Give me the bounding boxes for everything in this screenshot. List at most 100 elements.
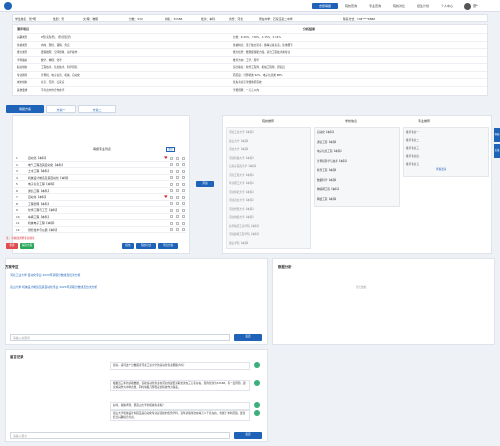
school-item[interactable]: 河北大学【本科】 bbox=[229, 147, 250, 151]
username[interactable]: 张* bbox=[473, 3, 478, 9]
compare-button[interactable]: 院校对比 bbox=[136, 243, 156, 249]
submit-button[interactable]: 提交 bbox=[122, 243, 134, 249]
table-header-result: 分析结果 bbox=[303, 27, 316, 31]
plan-item[interactable]: 软件工程【本科】 bbox=[317, 168, 338, 172]
table-row: 能力类型 逻辑推理、空间想象、动手操作 能力优势：数理逻辑能力强，适合工程技术类… bbox=[15, 48, 487, 56]
side-service-button[interactable]: 客服 bbox=[494, 128, 500, 142]
nav-item-compare[interactable]: 院校对比 bbox=[388, 3, 410, 9]
plan-link[interactable]: 燕山大学 机械设计制造及其自动化专业 2023年录取分数线及位次分析 bbox=[10, 285, 97, 289]
major-item[interactable]: 推荐专业五 bbox=[406, 162, 419, 166]
delete-icon[interactable] bbox=[182, 169, 185, 173]
school-item[interactable]: 河北建筑工程学院【本科】 bbox=[229, 232, 260, 236]
move-down-icon[interactable] bbox=[176, 156, 179, 160]
plan-search-input[interactable]: 请输入关键词 bbox=[10, 334, 230, 341]
move-down-icon[interactable] bbox=[176, 208, 179, 212]
move-up-icon[interactable] bbox=[170, 189, 173, 192]
delete-icon[interactable] bbox=[182, 195, 185, 199]
heart-icon[interactable]: ♥ bbox=[164, 155, 168, 161]
move-down-icon[interactable] bbox=[176, 202, 179, 205]
school-item[interactable]: 北华航天工业学院【本科】 bbox=[229, 224, 260, 228]
move-down-icon[interactable] bbox=[176, 163, 179, 166]
tab-plan-two[interactable]: 方案二 bbox=[78, 105, 116, 113]
delete-icon[interactable] bbox=[182, 163, 185, 166]
school-item[interactable]: 唐山学院【本科】 bbox=[229, 241, 250, 245]
school-item[interactable]: 燕山大学【本科】 bbox=[229, 139, 250, 143]
delete-icon[interactable] bbox=[182, 189, 185, 192]
major-item[interactable]: 推荐专业三 bbox=[406, 146, 419, 150]
move-down-icon[interactable] bbox=[176, 215, 179, 218]
move-up-icon[interactable] bbox=[170, 195, 173, 199]
move-down-icon[interactable] bbox=[176, 221, 179, 225]
major-item[interactable]: 推荐专业二 bbox=[406, 138, 419, 142]
school-item[interactable]: 河北工程大学【本科】 bbox=[229, 173, 255, 177]
move-down-icon[interactable] bbox=[176, 228, 179, 231]
move-up-icon[interactable] bbox=[170, 156, 173, 160]
message-input[interactable]: 请输入留言 bbox=[10, 432, 230, 439]
side-feedback-button[interactable]: 反馈 bbox=[494, 144, 500, 158]
plan-send-button[interactable]: 发送 bbox=[234, 334, 262, 341]
nav-item-plan[interactable]: 招生计划 bbox=[412, 3, 434, 9]
analysis-empty-text: 暂无数据 bbox=[356, 286, 367, 289]
reset-button[interactable]: 重置 bbox=[6, 243, 18, 249]
major-item[interactable]: 推荐专业四 bbox=[406, 154, 419, 158]
message-send-button[interactable]: 发送 bbox=[234, 432, 262, 439]
move-down-icon[interactable] bbox=[176, 189, 179, 192]
move-up-icon[interactable] bbox=[170, 182, 173, 186]
school-item[interactable]: 河北地质大学【本科】 bbox=[229, 215, 255, 219]
delete-icon[interactable] bbox=[182, 228, 185, 231]
messages-title: 留言记录 bbox=[10, 355, 24, 359]
save-plan-button[interactable]: 保存方案 bbox=[20, 243, 34, 249]
delete-icon[interactable] bbox=[182, 156, 185, 160]
move-down-icon[interactable] bbox=[176, 195, 179, 199]
move-down-icon[interactable] bbox=[176, 182, 179, 186]
plan-item[interactable]: 计算机科学与技术【本科】 bbox=[317, 159, 348, 163]
plan-item[interactable]: 电子信息工程【本科】 bbox=[317, 149, 343, 153]
delete-icon[interactable] bbox=[182, 215, 185, 218]
plan-item[interactable]: 自动化【本科】 bbox=[317, 130, 335, 134]
tab-apply-plan[interactable]: 填报方案 bbox=[6, 105, 44, 113]
plan-link[interactable]: 河北工业大学 自动化专业 2023年录取分数线及位次分析 bbox=[10, 273, 80, 277]
plan-item[interactable]: 物联网工程【本科】 bbox=[317, 187, 340, 191]
nav-item-apply[interactable]: 志愿填报 bbox=[312, 3, 338, 9]
school-item[interactable]: 河北师范大学【本科】 bbox=[229, 190, 255, 194]
move-up-icon[interactable] bbox=[170, 215, 173, 218]
delete-icon[interactable] bbox=[182, 182, 185, 186]
school-item[interactable]: 河北经贸大学【本科】 bbox=[229, 207, 255, 211]
nav-item-school[interactable]: 院校查询 bbox=[340, 3, 362, 9]
table-row: 其他要求 不考虑中外合作办学 学费预算：一万元以内 bbox=[15, 85, 487, 94]
move-up-icon[interactable] bbox=[170, 163, 173, 166]
wish-list-item[interactable]: 12 测控技术与仪器【本科】 bbox=[14, 226, 186, 233]
school-item[interactable]: 河北农业大学【本科】 bbox=[229, 198, 255, 202]
nav-item-major[interactable]: 专业查询 bbox=[364, 3, 386, 9]
move-down-icon[interactable] bbox=[176, 176, 179, 179]
user-avatar[interactable] bbox=[464, 2, 471, 10]
delete-icon[interactable] bbox=[182, 176, 185, 179]
delete-icon[interactable] bbox=[182, 202, 185, 205]
move-up-icon[interactable] bbox=[170, 208, 173, 212]
view-more-link[interactable]: 查看更多 bbox=[436, 167, 446, 171]
major-item[interactable]: 推荐专业一 bbox=[406, 130, 419, 134]
school-item[interactable]: 石家庄铁道大学【本科】 bbox=[229, 164, 258, 168]
student-phone: 联系方式：138****8888 bbox=[343, 17, 376, 21]
heart-icon[interactable]: ♥ bbox=[164, 194, 168, 200]
delete-icon[interactable] bbox=[182, 221, 185, 225]
school-item[interactable]: 河北科技大学【本科】 bbox=[229, 156, 255, 160]
nav-item-profile[interactable]: 个人中心 bbox=[436, 3, 458, 9]
move-up-icon[interactable] bbox=[170, 221, 173, 225]
move-up-icon[interactable] bbox=[170, 228, 173, 231]
tab-plan-one[interactable]: 方案一 bbox=[46, 105, 76, 113]
move-up-icon[interactable] bbox=[170, 202, 173, 205]
plan-item[interactable]: 通信工程【本科】 bbox=[317, 140, 338, 144]
plan-item[interactable]: 网络工程【本科】 bbox=[317, 197, 338, 201]
move-up-icon[interactable] bbox=[170, 169, 173, 173]
move-up-icon[interactable] bbox=[170, 176, 173, 179]
clear-button[interactable]: 清空 bbox=[166, 147, 175, 152]
move-down-icon[interactable] bbox=[176, 169, 179, 173]
export-button[interactable]: 导出方案 bbox=[158, 243, 178, 249]
delete-icon[interactable] bbox=[182, 208, 185, 212]
add-button[interactable]: 添加 bbox=[196, 181, 214, 187]
school-item[interactable]: 河北工业大学【本科】 bbox=[229, 130, 255, 134]
plan-item[interactable]: 数据科学【本科】 bbox=[317, 178, 338, 182]
school-item[interactable]: 华北理工大学【本科】 bbox=[229, 181, 255, 185]
student-info-bar: 学生姓名：张*明 性别：男 文/理：物理 分数：532 排名：31568 批次：… bbox=[12, 14, 488, 22]
